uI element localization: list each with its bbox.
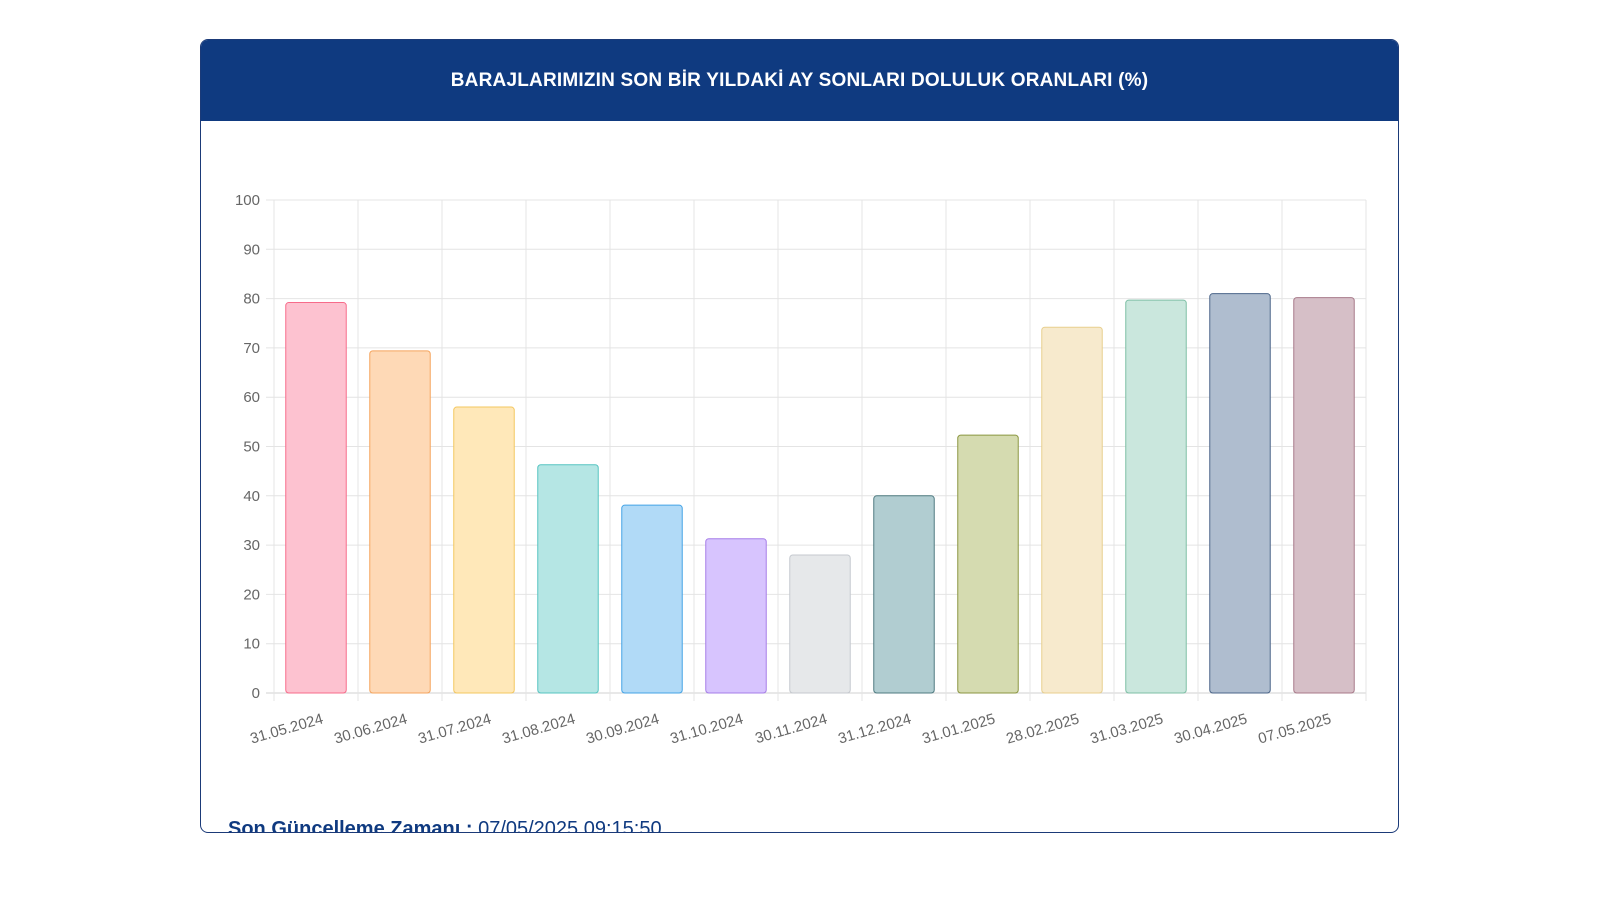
x-tick-label: 31.03.2025: [1088, 711, 1165, 748]
y-tick-label: 50: [243, 439, 260, 456]
x-tick-label: 31.07.2024: [416, 711, 493, 748]
bar: [1125, 299, 1187, 694]
bar: [285, 302, 347, 694]
x-tick-label: 31.12.2024: [836, 711, 913, 748]
x-tick-label: 30.06.2024: [332, 711, 409, 748]
y-tick-label: 20: [243, 586, 260, 603]
chart-card: BARAJLARIMIZIN SON BİR YILDAKİ AY SONLAR…: [200, 39, 1399, 833]
bar: [1041, 326, 1103, 694]
bar: [873, 495, 935, 694]
bar: [537, 464, 599, 694]
x-tick-label: 28.02.2025: [1004, 711, 1081, 748]
bar: [621, 504, 683, 694]
y-tick-label: 80: [243, 291, 260, 308]
y-tick-label: 60: [243, 389, 260, 406]
last-update: Son Güncelleme Zamanı : 07/05/2025 09:15…: [228, 818, 662, 833]
chart-title: BARAJLARIMIZIN SON BİR YILDAKİ AY SONLAR…: [450, 69, 1149, 91]
x-tick-label: 30.04.2025: [1172, 711, 1249, 748]
bar: [453, 406, 515, 694]
x-tick-label: 31.08.2024: [500, 711, 577, 748]
bar: [789, 554, 851, 694]
bar: [1293, 297, 1355, 694]
y-tick-label: 90: [243, 241, 260, 258]
x-tick-label: 30.09.2024: [584, 711, 661, 748]
chart-area: 0 10 20 30 40 50 60 70 80 90 100 31.05.2024 30.06.20…: [201, 121, 1398, 761]
x-tick-label: 31.10.2024: [668, 711, 745, 748]
bar: [1209, 293, 1271, 694]
bar: [369, 350, 431, 694]
y-tick-label: 70: [243, 340, 260, 357]
last-update-value: 07/05/2025 09:15:50: [478, 818, 662, 833]
x-tick-label: 30.11.2024: [753, 711, 829, 748]
y-tick-label: 30: [243, 537, 260, 554]
last-update-label: Son Güncelleme Zamanı :: [228, 818, 473, 833]
y-tick-label: 0: [252, 685, 260, 702]
y-tick-label: 10: [243, 636, 260, 653]
bar-chart: 0 10 20 30 40 50 60 70 80 90 100 31.05.2024 30.06.20…: [235, 192, 1367, 748]
bar: [957, 434, 1019, 694]
y-tick-label: 40: [243, 488, 260, 505]
card-header: BARAJLARIMIZIN SON BİR YILDAKİ AY SONLAR…: [201, 40, 1398, 121]
y-tick-label: 100: [235, 192, 260, 209]
x-tick-label: 31.01.2025: [920, 711, 997, 748]
bar: [705, 538, 767, 694]
x-tick-label: 07.05.2025: [1256, 711, 1333, 748]
x-tick-label: 31.05.2024: [248, 711, 325, 748]
